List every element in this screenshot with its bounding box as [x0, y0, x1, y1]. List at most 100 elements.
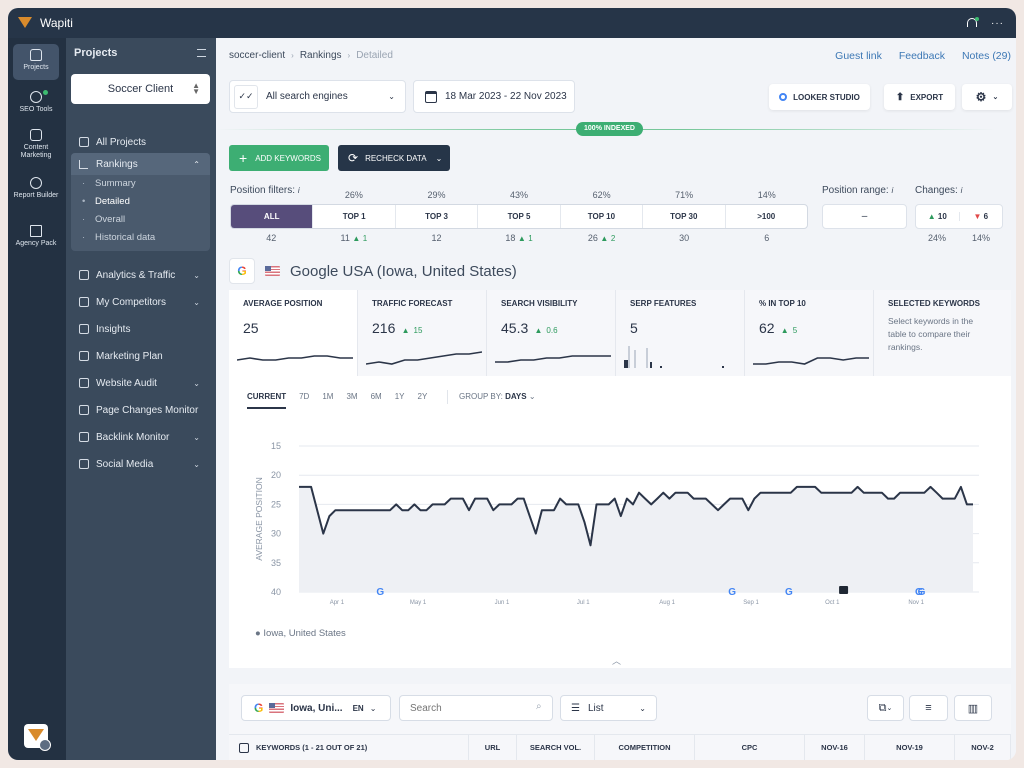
stat--in-top-10[interactable]: % IN TOP 10 62 ▲ 5 [745, 290, 874, 376]
serp-bar [628, 346, 630, 368]
filter-top-3[interactable]: TOP 3 [396, 205, 479, 228]
serp-features-bars [624, 346, 724, 368]
changes-down-value: 6 [983, 212, 989, 221]
chevron-down-icon: ⌄ [369, 703, 377, 713]
filter-top-10[interactable]: TOP 10 [561, 205, 644, 228]
stat-average-position[interactable]: AVERAGE POSITION 25 [229, 290, 358, 376]
search-engine-select[interactable]: ✓✓ All search engines ⌄ [229, 80, 406, 113]
notification-bell-icon[interactable] [966, 17, 979, 29]
filter-top-30[interactable]: TOP 30 [643, 205, 726, 228]
sidebar-item-backlink-monitor[interactable]: Backlink Monitor ⌄ [71, 425, 210, 449]
more-menu-icon[interactable]: ··· [991, 18, 1004, 29]
arrow-up-icon: ▲ [532, 326, 543, 335]
arrow-down-icon: ▼ [973, 212, 982, 221]
sidebar-item-website-audit[interactable]: Website Audit ⌄ [71, 371, 210, 395]
column-header[interactable]: COMPETITION [595, 735, 695, 760]
filter-all[interactable]: ALL [231, 205, 314, 228]
location-select[interactable]: G Iowa, Uni... EN ⌄ [241, 695, 391, 721]
sidebar-item-social-media[interactable]: Social Media ⌄ [71, 452, 210, 476]
average-position-chart: 15 20 25 30 35 40 AVERAGE POSITION Apr 1 May 1 Ju… [254, 441, 979, 606]
column-header[interactable]: KEYWORDS (1 - 21 OUT OF 21) [229, 735, 469, 760]
feedback-link[interactable]: Feedback [899, 50, 945, 62]
rail-item-seo-tools[interactable]: SEO Tools [13, 86, 59, 120]
date-range-picker[interactable]: 18 Mar 2023 - 22 Nov 2023 [413, 80, 575, 113]
select-all-checkbox[interactable] [239, 742, 249, 753]
upload-icon: ⬆ [895, 91, 905, 103]
sidebar-item-marketing-plan[interactable]: Marketing Plan [71, 344, 210, 368]
stat-serp-features[interactable]: SERP FEATURES 5 [616, 290, 745, 376]
arrow-up-icon: ▲ [352, 234, 361, 243]
stat-search-visibility[interactable]: SEARCH VISIBILITY 45.3 ▲ 0.6 [487, 290, 616, 376]
guest-link[interactable]: Guest link [835, 50, 882, 62]
google-icon[interactable]: G [229, 258, 255, 284]
breadcrumb-rankings[interactable]: Rankings [300, 50, 342, 61]
sidebar-item-analytics-traffic[interactable]: Analytics & Traffic ⌄ [71, 263, 210, 287]
column-header[interactable]: CPC [695, 735, 805, 760]
rail-item-agency-pack[interactable]: Agency Pack [13, 220, 59, 260]
column-header[interactable]: NOV-16 [805, 735, 865, 760]
column-header[interactable]: NOV-2 [955, 735, 1011, 760]
sidebar-item-my-competitors[interactable]: My Competitors ⌄ [71, 290, 210, 314]
column-header[interactable]: URL [469, 735, 517, 760]
filter-button[interactable]: ≡ [909, 695, 948, 721]
nav-label: My Competitors [96, 296, 167, 308]
note-marker-icon [839, 586, 849, 594]
sidebar-item-insights[interactable]: Insights [71, 317, 210, 341]
arrow-up-icon: ▲ [778, 326, 789, 335]
calendar-icon [425, 90, 437, 103]
export-button[interactable]: ⬆ EXPORT [884, 84, 955, 110]
copy-button[interactable]: ⧉ ⌄ [867, 695, 904, 721]
notes-link[interactable]: Notes (29) [962, 50, 1011, 62]
filter-count: 11 ▲ 1 [340, 233, 368, 243]
y-tick-label: 35 [271, 558, 281, 568]
stats-row: AVERAGE POSITION 25 TRAFFIC FORECAST 216 ▲ 1… [229, 290, 1011, 376]
column-label: NOV-19 [896, 743, 923, 752]
column-label: KEYWORDS (1 - 21 OUT OF 21) [256, 743, 368, 752]
column-header[interactable]: SEARCH VOL. [517, 735, 595, 760]
sidebar-item-page-changes-monitor[interactable]: Page Changes Monitor [71, 398, 210, 422]
view-select[interactable]: ☰ List ⌄ [560, 695, 657, 721]
sidebar-subitem-overall[interactable]: Overall [71, 211, 210, 229]
changes-down-button[interactable]: ▼ 6 [960, 212, 1003, 221]
filter-percent: 26% [344, 190, 363, 200]
add-keywords-button[interactable]: + ADD KEYWORDS [229, 145, 329, 171]
position-range-input[interactable]: – [822, 204, 907, 229]
chevron-down-icon: ⌄ [193, 297, 200, 307]
stat-selected-keywords[interactable]: SELECTED KEYWORDS Select keywords in the … [874, 290, 1010, 376]
sidebar-subitem-summary[interactable]: Summary [71, 175, 210, 193]
chevron-down-icon: ⌄ [639, 703, 646, 713]
button-label: ADD KEYWORDS [255, 153, 321, 163]
breadcrumb-project[interactable]: soccer-client [229, 50, 285, 61]
rail-item-content-marketing[interactable]: Content Marketing [13, 124, 59, 164]
google-icon: G [254, 701, 264, 715]
agency-avatar[interactable] [24, 724, 51, 751]
sidebar-item-rankings[interactable]: Rankings ⌃ [71, 153, 210, 175]
stat-label: % IN TOP 10 [759, 299, 806, 308]
changes-up-button[interactable]: ▲ 10 [916, 212, 960, 221]
looker-studio-button[interactable]: LOOKER STUDIO [769, 84, 870, 110]
stat-traffic-forecast[interactable]: TRAFFIC FORECAST 216 ▲ 15 [358, 290, 487, 376]
button-label: EXPORT [910, 92, 944, 102]
filter--100[interactable]: >100 [726, 205, 807, 228]
filter-top-1[interactable]: TOP 1 [313, 205, 396, 228]
x-tick-label: Oct 1 [825, 600, 840, 606]
columns-icon: ▥ [967, 702, 979, 715]
sidebar-subitem-historical[interactable]: Historical data [71, 229, 210, 247]
filter-top-5[interactable]: TOP 5 [478, 205, 561, 228]
collapse-chart-icon[interactable]: ︿ [612, 654, 621, 667]
column-header[interactable]: NOV-19 [865, 735, 955, 760]
nav-label: Marketing Plan [96, 350, 163, 362]
filter-delta: 2 [610, 234, 616, 243]
collapse-sidebar-icon[interactable] [197, 49, 206, 57]
recheck-data-button[interactable]: ⟳ RECHECK DATA ⌄ [338, 145, 450, 171]
sidebar-subitem-detailed[interactable]: Detailed [71, 193, 210, 211]
rail-item-report-builder[interactable]: Report Builder [13, 172, 59, 212]
group-by-select[interactable]: GROUP BY: DAYS ⌄ [459, 392, 536, 401]
keyword-search-input[interactable] [399, 695, 553, 721]
project-select[interactable]: Soccer Client ▲ ▼ [71, 74, 210, 104]
settings-button[interactable]: ⚙ ⌄ [962, 84, 1012, 110]
sidebar-item-all-projects[interactable]: All Projects [71, 130, 210, 154]
nav-label: Website Audit [96, 377, 157, 389]
columns-button[interactable]: ▥ [954, 695, 992, 721]
rail-item-projects[interactable]: Projects [13, 44, 59, 80]
